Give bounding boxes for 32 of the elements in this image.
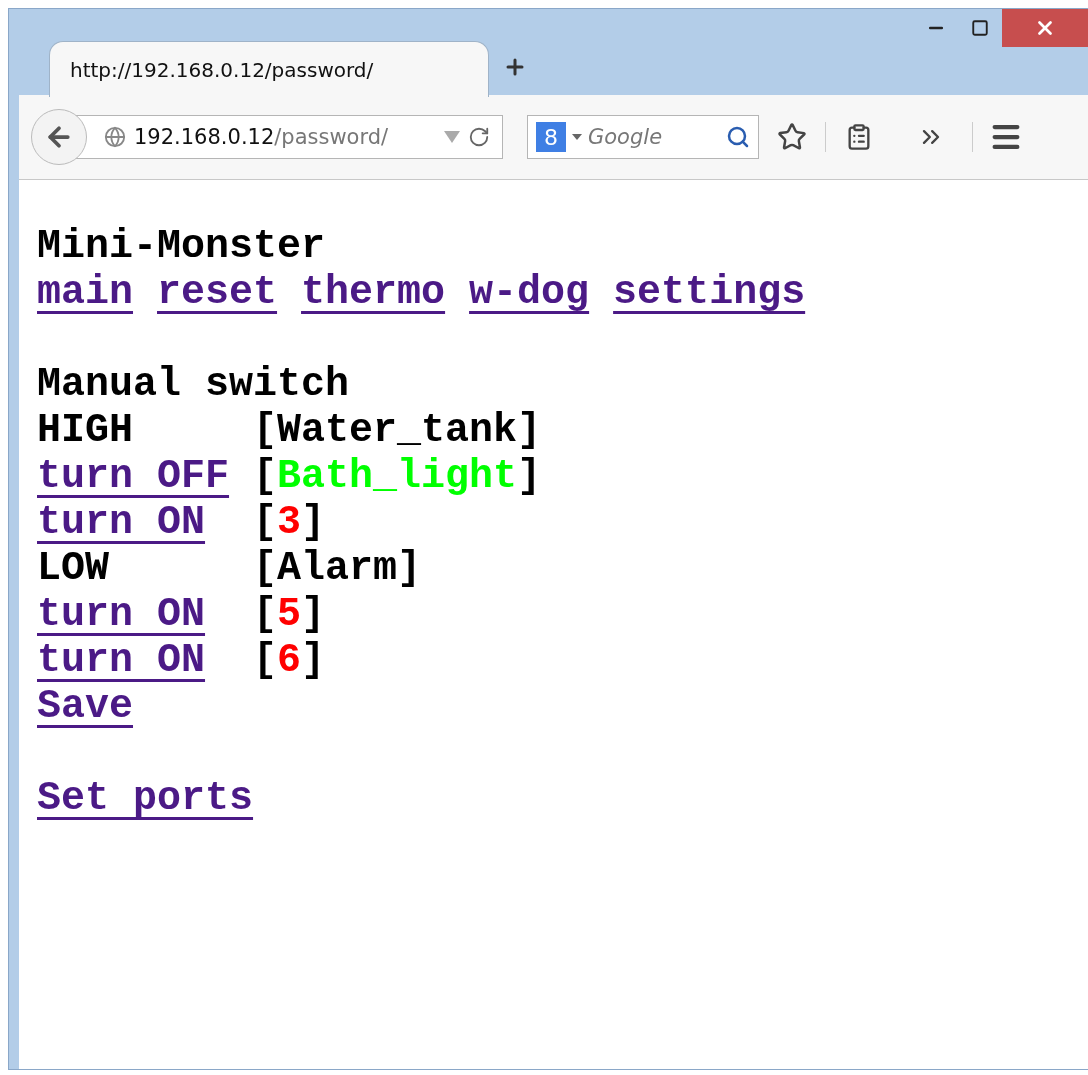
search-icon[interactable] (726, 125, 750, 149)
toggle-link[interactable]: turn ON (37, 638, 206, 683)
page-title: Mini-Monster (37, 224, 326, 270)
nav-link[interactable]: thermo (301, 270, 446, 316)
save-link[interactable]: Save (37, 684, 133, 730)
toggle-link[interactable]: turn OFF (37, 454, 230, 499)
dropdown-icon[interactable] (572, 134, 582, 140)
state-label: LOW (37, 546, 109, 591)
nav-link[interactable]: settings (613, 270, 806, 316)
url-text: 192.168.0.12/password/ (134, 125, 389, 149)
reload-icon[interactable] (468, 126, 490, 148)
port-name: [5] (253, 592, 327, 638)
toggle-link[interactable]: turn ON (37, 592, 206, 637)
nav-link[interactable]: w-dog (469, 270, 590, 316)
port-name: [3] (253, 500, 327, 546)
nav-link[interactable]: reset (157, 270, 278, 316)
port-name: [6] (253, 638, 327, 684)
search-engine-logo: 8 (536, 122, 566, 152)
state-label: HIGH (37, 408, 133, 453)
port-name: [Alarm] (253, 546, 423, 592)
section-heading: Manual switch (37, 362, 350, 408)
back-button[interactable] (31, 109, 87, 165)
close-button[interactable] (1002, 9, 1088, 47)
globe-icon (104, 126, 126, 148)
port-name: [Bath_light] (253, 454, 543, 500)
set-ports-link[interactable]: Set ports (37, 776, 254, 822)
port-name: [Water_tank] (253, 408, 543, 454)
toggle-link[interactable]: turn ON (37, 500, 206, 545)
search-field[interactable]: 8 Google (527, 115, 759, 159)
nav-link[interactable]: main (37, 270, 133, 316)
browser-tab[interactable]: http://192.168.0.12/password/ (49, 41, 489, 97)
search-placeholder: Google (588, 125, 664, 149)
